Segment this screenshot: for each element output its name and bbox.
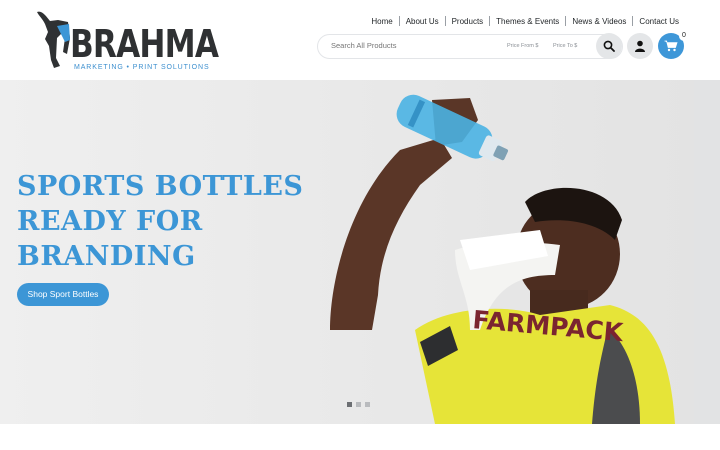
- nav-themes-events[interactable]: Themes & Events: [496, 17, 559, 26]
- price-to-field[interactable]: Price To $: [553, 43, 577, 49]
- carousel-dot-1[interactable]: [347, 402, 352, 407]
- brand-name: BRAHMA: [70, 22, 219, 66]
- nav-divider: [398, 16, 400, 26]
- page-below-fold: [0, 424, 720, 450]
- nav-products[interactable]: Products: [452, 17, 484, 26]
- cart-count-badge: 0: [679, 31, 689, 41]
- brahma-logo[interactable]: BRAHMA MARKETING • PRINT SOLUTIONS: [34, 8, 219, 72]
- hero-headline: SPORTS BOTTLES READY FOR BRANDING: [17, 169, 317, 274]
- cart-icon: [664, 40, 678, 52]
- nav-divider: [565, 16, 567, 26]
- hero-headline-line: BRANDING: [17, 241, 196, 272]
- nav-about-us[interactable]: About Us: [406, 17, 439, 26]
- nav-news-videos[interactable]: News & Videos: [572, 17, 626, 26]
- hero-headline-line: SPORTS BOTTLES: [17, 171, 304, 202]
- nav-home[interactable]: Home: [371, 17, 392, 26]
- nav-divider: [632, 16, 634, 26]
- nav-contact-us[interactable]: Contact Us: [639, 17, 679, 26]
- hero-headline-line: READY FOR: [17, 206, 203, 237]
- nav-divider: [489, 16, 491, 26]
- main-nav: Home About Us Products Themes & Events N…: [371, 15, 679, 27]
- nav-divider: [444, 16, 446, 26]
- shop-sport-bottles-button[interactable]: Shop Sport Bottles: [17, 283, 109, 306]
- carousel-pagination: [347, 402, 370, 407]
- account-button[interactable]: [627, 33, 653, 59]
- search-icon: [603, 40, 615, 52]
- search-button[interactable]: [596, 33, 622, 59]
- brand-tagline: MARKETING • PRINT SOLUTIONS: [74, 64, 210, 71]
- site-header: BRAHMA MARKETING • PRINT SOLUTIONS Home …: [0, 0, 720, 80]
- price-from-field[interactable]: Price From $: [507, 43, 538, 49]
- search-bar: Price From $ Price To $: [317, 34, 623, 59]
- hero-banner: FARMPACK SPORTS BOTTLES READY FOR BRANDI…: [0, 80, 694, 424]
- user-icon: [635, 40, 645, 52]
- search-input[interactable]: [331, 41, 491, 50]
- carousel-dot-2[interactable]: [356, 402, 361, 407]
- carousel-dot-3[interactable]: [365, 402, 370, 407]
- next-slide-peek[interactable]: [694, 80, 720, 424]
